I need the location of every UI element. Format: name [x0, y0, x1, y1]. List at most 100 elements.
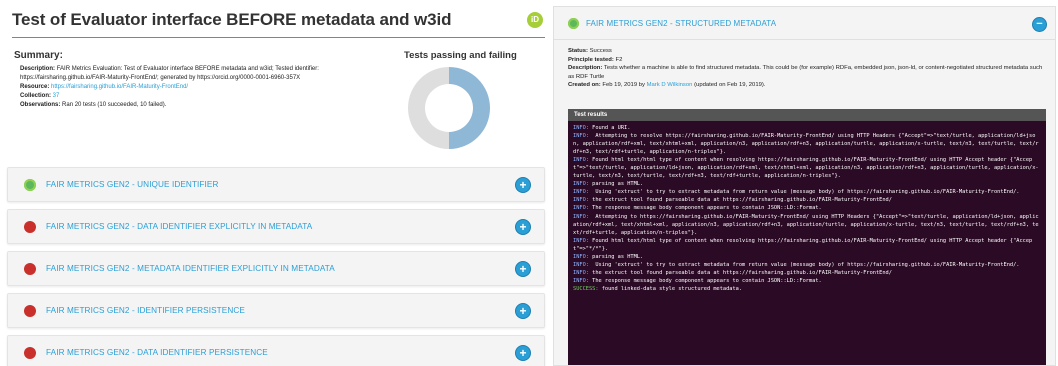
log-message: Found a URI. — [588, 125, 631, 131]
principle-label: Principle tested: — [568, 56, 614, 63]
log-message: found linked-data style structured metad… — [598, 285, 743, 292]
header-divider — [554, 39, 1055, 40]
log-message: the extruct tool found parseable data at… — [588, 269, 892, 276]
pass-fail-donut-chart — [407, 67, 491, 149]
test-detail-title[interactable]: FAIR METRICS GEN2 - STRUCTURED METADATA — [586, 19, 776, 28]
log-message: The response message body component appe… — [588, 205, 822, 212]
donut-chart-title: Tests passing and failing — [404, 50, 517, 61]
collection-link[interactable]: 37 — [53, 93, 60, 99]
log-level: INFO: — [573, 125, 589, 131]
summary-observations-text: Ran 20 tests (10 succeeded, 10 failed). — [62, 102, 167, 108]
test-log: INFO: Found a URI. INFO: Attempting to re… — [568, 121, 1046, 293]
status-pass-icon — [24, 179, 36, 191]
summary-description-label: Description: — [20, 66, 56, 72]
donut-segment-passed — [449, 67, 491, 149]
collapse-button[interactable]: − — [1033, 18, 1046, 31]
description-label: Description: — [568, 65, 603, 72]
description-row: Description: Tests whether a machine is … — [568, 64, 1046, 81]
test-panel[interactable]: FAIR METRICS GEN2 - UNIQUE IDENTIFIER + — [7, 167, 545, 202]
orcid-icon[interactable]: iD — [527, 12, 543, 28]
log-line: SUCCESS: found linked-data style structu… — [573, 285, 1041, 293]
log-message: parsing as HTML. — [588, 253, 644, 260]
created-row: Created on: Feb 19, 2019 by Mark D Wilki… — [568, 81, 1046, 90]
log-level: INFO: — [573, 205, 589, 212]
expand-button[interactable]: + — [516, 220, 530, 234]
test-title[interactable]: FAIR METRICS GEN2 - IDENTIFIER PERSISTEN… — [46, 306, 245, 315]
summary-description-text: FAIR Metrics Evaluation: Test of Evaluat… — [20, 66, 319, 81]
summary-observations: Observations: Ran 20 tests (10 succeeded… — [14, 101, 384, 110]
log-line: INFO: The response message body componen… — [573, 277, 1041, 285]
expand-button[interactable]: + — [516, 304, 530, 318]
status-fail-icon — [24, 347, 36, 359]
created-date: Feb 19, 2019 — [602, 82, 638, 89]
log-line: INFO: parsing as HTML. — [573, 253, 1041, 261]
test-detail-header[interactable]: FAIR METRICS GEN2 - STRUCTURED METADATA … — [554, 7, 1055, 39]
summary-heading: Summary: — [14, 50, 63, 61]
log-level: SUCCESS: — [573, 285, 599, 292]
test-results-heading: Test results — [568, 109, 1046, 121]
test-results-console: Test results INFO: Found a URI. INFO: Att… — [568, 109, 1046, 365]
summary-observations-label: Observations: — [20, 102, 61, 108]
test-title[interactable]: FAIR METRICS GEN2 - UNIQUE IDENTIFIER — [46, 180, 218, 189]
expand-button[interactable]: + — [516, 262, 530, 276]
log-message: Attempting to https://fairsharing.github… — [573, 213, 1039, 236]
expand-button[interactable]: + — [516, 346, 530, 360]
log-level: INFO: — [573, 181, 589, 188]
log-level: INFO: — [573, 237, 589, 244]
test-detail-panel: FAIR METRICS GEN2 - STRUCTURED METADATA … — [553, 6, 1056, 366]
log-message: Using 'extruct' to try to extract metada… — [588, 261, 1020, 268]
expand-button[interactable]: + — [516, 178, 530, 192]
log-message: Found html text/html type of content whe… — [573, 157, 1039, 180]
log-line: INFO: Using 'extruct' to try to extract … — [573, 261, 1041, 269]
principle-row: Principle tested: F2 — [568, 56, 1046, 65]
created-by: by — [638, 82, 645, 89]
summary-section: Summary: Description: FAIR Metrics Evalu… — [14, 50, 384, 110]
log-line: INFO: Found html text/html type of conte… — [573, 237, 1041, 253]
log-line: INFO: Found a URI. — [573, 124, 1041, 132]
test-panel[interactable]: FAIR METRICS GEN2 - METADATA IDENTIFIER … — [7, 251, 545, 286]
author-link[interactable]: Mark D Wilkinson — [647, 82, 693, 88]
log-line: INFO: Using 'extruct' to try to extract … — [573, 188, 1041, 196]
principle-value: F2 — [615, 56, 623, 63]
summary-resource-label: Resource: — [20, 84, 50, 90]
summary-description: Description: FAIR Metrics Evaluation: Te… — [14, 65, 384, 83]
log-level: INFO: — [573, 253, 589, 260]
summary-collection: Collection: 37 — [14, 92, 384, 101]
resource-link[interactable]: https://fairsharing.github.io/FAIR-Matur… — [51, 84, 188, 90]
log-level: INFO: — [573, 197, 589, 204]
updated-text: (updated on Feb 19, 2019). — [694, 82, 766, 89]
test-title[interactable]: FAIR METRICS GEN2 - DATA IDENTIFIER PERS… — [46, 348, 268, 357]
log-line: INFO: the extruct tool found parseable d… — [573, 269, 1041, 277]
log-message: Using 'extruct' to try to extract metada… — [588, 189, 1020, 196]
test-panel[interactable]: FAIR METRICS GEN2 - IDENTIFIER PERSISTEN… — [7, 293, 545, 328]
evaluation-report-panel: Test of Evaluator interface BEFORE metad… — [0, 0, 548, 366]
test-panel[interactable]: FAIR METRICS GEN2 - DATA IDENTIFIER PERS… — [7, 335, 545, 366]
test-panel[interactable]: FAIR METRICS GEN2 - DATA IDENTIFIER EXPL… — [7, 209, 545, 244]
test-title[interactable]: FAIR METRICS GEN2 - DATA IDENTIFIER EXPL… — [46, 222, 312, 231]
status-fail-icon — [24, 263, 36, 275]
created-label: Created on: — [568, 82, 601, 89]
description-value: Tests whether a machine is able to find … — [568, 65, 1043, 80]
log-message: The response message body component appe… — [588, 277, 822, 284]
test-title[interactable]: FAIR METRICS GEN2 - METADATA IDENTIFIER … — [46, 264, 335, 273]
status-row: Status: Success — [568, 47, 1046, 56]
log-level: INFO: — [573, 277, 589, 284]
summary-resource: Resource: https://fairsharing.github.io/… — [14, 83, 384, 92]
log-message: Found html text/html type of content whe… — [573, 237, 1033, 252]
status-label: Status: — [568, 48, 588, 54]
page-title: Test of Evaluator interface BEFORE metad… — [12, 10, 452, 29]
status-value: Success — [589, 48, 612, 54]
status-fail-icon — [24, 305, 36, 317]
donut-segment-failed — [407, 67, 449, 149]
log-line: INFO: Found html text/html type of conte… — [573, 156, 1041, 180]
log-message: Attempting to resolve https://fairsharin… — [573, 133, 1039, 156]
log-line: INFO: parsing as HTML. — [573, 180, 1041, 188]
log-level: INFO: — [573, 261, 589, 268]
status-fail-icon — [24, 221, 36, 233]
log-message: parsing as HTML. — [588, 181, 644, 188]
log-line: INFO: Attempting to https://fairsharing.… — [573, 213, 1041, 237]
log-level: INFO: — [573, 157, 589, 164]
log-line: INFO: Attempting to resolve https://fair… — [573, 132, 1041, 156]
log-message: the extruct tool found parseable data at… — [588, 197, 892, 204]
log-line: INFO: the extruct tool found parseable d… — [573, 196, 1041, 204]
